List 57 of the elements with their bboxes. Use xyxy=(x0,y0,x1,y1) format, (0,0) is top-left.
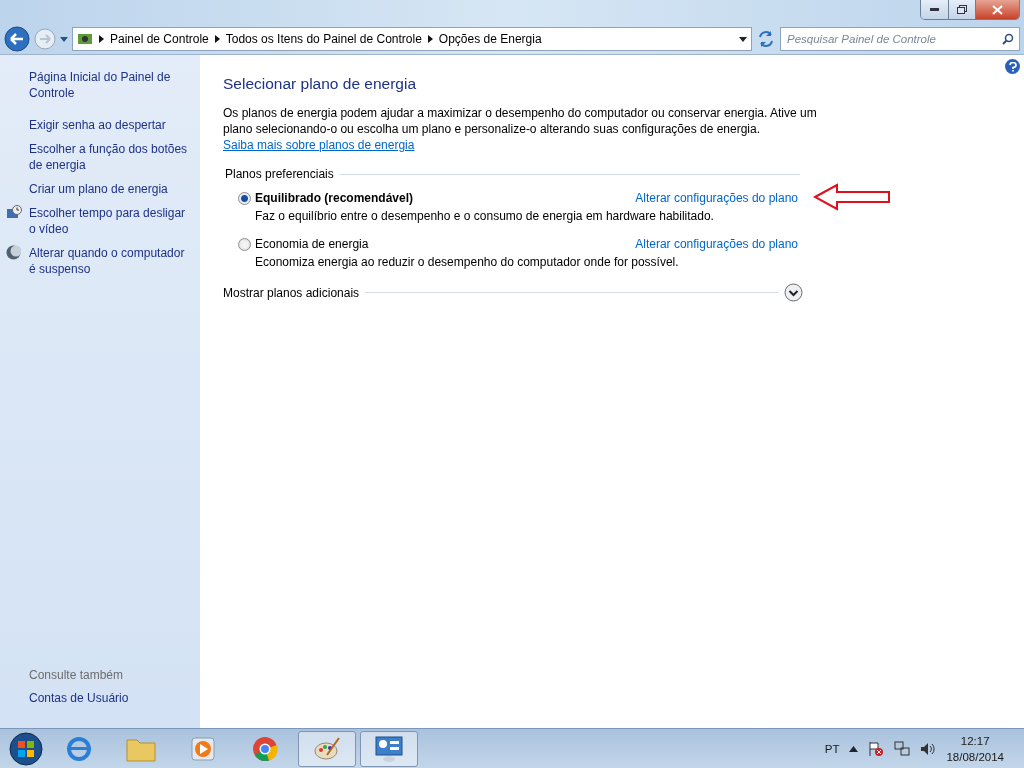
chevron-right-icon xyxy=(99,35,104,43)
dropdown-icon[interactable] xyxy=(739,36,747,42)
chevron-right-icon xyxy=(427,35,433,43)
chevron-right-icon xyxy=(214,35,220,43)
time-text: 12:17 xyxy=(960,733,990,749)
chrome-icon xyxy=(251,734,279,763)
browser-e-icon xyxy=(65,734,93,763)
help-icon[interactable] xyxy=(1005,59,1020,74)
restore-button[interactable] xyxy=(948,0,975,19)
restore-icon xyxy=(957,5,967,14)
language-indicator[interactable]: PT xyxy=(824,742,840,755)
description-text: Os planos de energia podem ajudar a maximizar o desempenho do computador ou conservar energia. Ative um plano selecionando-o ou escolha um plano e personalize-o alterando suas configurações de energia. xyxy=(223,105,818,137)
close-button[interactable] xyxy=(975,0,1019,19)
plan-description: Economiza energia ao reduzir o desempenho do computador onde for possível. xyxy=(255,255,680,269)
radio-button[interactable] xyxy=(238,191,251,205)
moon-icon xyxy=(6,245,21,260)
breadcrumb[interactable]: Todos os Itens do Painel de Controle xyxy=(225,32,422,46)
minimize-button[interactable] xyxy=(921,0,948,19)
clock[interactable]: 12:17 18/08/2014 xyxy=(946,732,1004,765)
search-icon[interactable] xyxy=(1002,33,1014,45)
see-also-heading: Consulte também xyxy=(29,668,125,682)
close-icon xyxy=(992,4,1003,15)
group-label: Planos preferenciais xyxy=(225,167,334,181)
sidebar-link[interactable]: Página Inicial do Painel de Controle xyxy=(29,69,192,101)
plan-name[interactable]: Economia de energia xyxy=(255,237,369,251)
plan-description: Faz o equilíbrio entre o desempenho e o consumo de energia em hardware habilitado. xyxy=(255,209,715,223)
show-hidden-icons-icon[interactable] xyxy=(849,745,859,752)
refresh-icon[interactable] xyxy=(756,29,776,49)
plan-name[interactable]: Equilibrado (recomendável) xyxy=(255,191,414,205)
sidebar-link[interactable]: Exigir senha ao despertar xyxy=(29,117,166,133)
back-button[interactable] xyxy=(4,26,30,52)
page-title: Selecionar plano de energia xyxy=(223,75,418,93)
date-text: 18/08/2014 xyxy=(946,749,1004,765)
change-settings-link[interactable]: Alterar configurações do plano xyxy=(635,191,798,205)
address-bar[interactable]: Painel de Controle Todos os Itens do Painel de Controle Opções de Energia xyxy=(72,27,752,51)
show-more-label: Mostrar planos adicionais xyxy=(223,285,360,300)
sidebar-link[interactable]: Escolher tempo para desligar o vídeo xyxy=(29,205,192,237)
minimize-icon xyxy=(930,8,939,11)
taskbar-app-button[interactable] xyxy=(298,730,356,767)
taskbar-app-button[interactable] xyxy=(360,730,418,767)
sidebar-link[interactable]: Alterar quando o computador é suspenso xyxy=(29,245,192,277)
sidebar-link[interactable]: Escolher a função dos botões de energia xyxy=(29,141,192,173)
media-player-icon xyxy=(190,735,216,762)
search-field[interactable]: Pesquisar Painel de Controle xyxy=(780,27,1020,51)
radio-button[interactable] xyxy=(238,237,251,251)
start-button[interactable] xyxy=(6,730,46,767)
monitor-clock-icon xyxy=(6,205,22,221)
learn-more-link[interactable]: Saiba mais sobre planos de energia xyxy=(223,137,415,153)
sidebar-link[interactable]: Contas de Usuário xyxy=(29,690,129,706)
history-dropdown-icon[interactable] xyxy=(60,36,68,42)
network-icon[interactable] xyxy=(894,740,911,757)
breadcrumb[interactable]: Opções de Energia xyxy=(438,32,542,46)
flag-warning-icon[interactable] xyxy=(868,740,885,757)
breadcrumb[interactable]: Painel de Controle xyxy=(110,32,209,46)
change-settings-link[interactable]: Alterar configurações do plano xyxy=(635,237,798,251)
expand-chevron-button[interactable] xyxy=(784,283,803,302)
sidebar-link[interactable]: Criar um plano de energia xyxy=(29,181,168,197)
